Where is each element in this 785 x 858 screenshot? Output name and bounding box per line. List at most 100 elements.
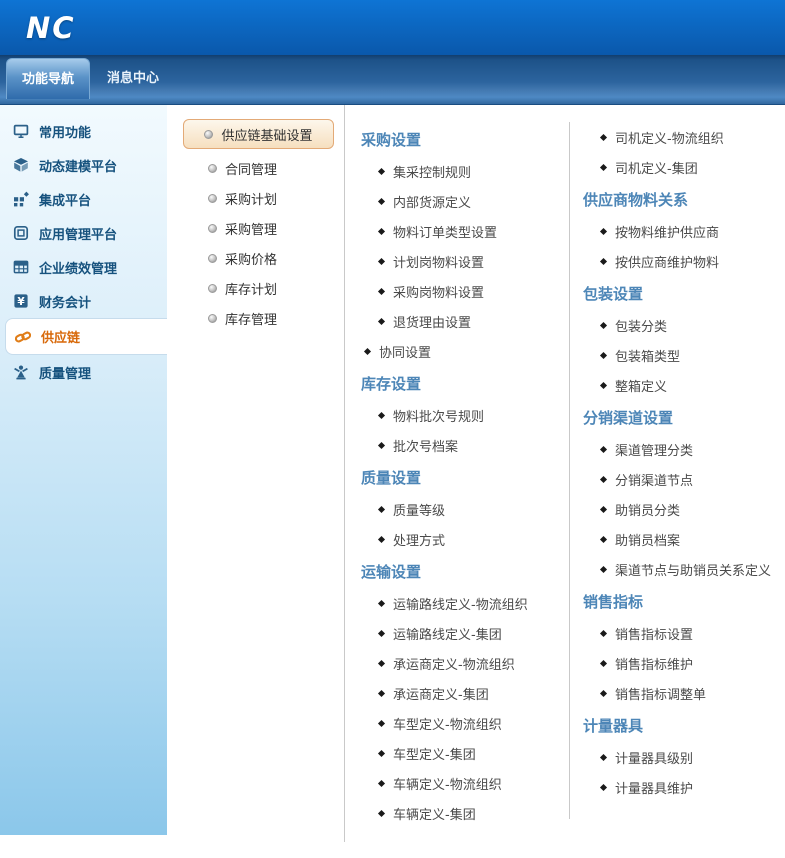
function-link[interactable]: 包装箱类型 (583, 340, 785, 370)
function-link-label: 整箱定义 (615, 379, 668, 395)
function-link[interactable]: 计量器具级别 (583, 742, 785, 772)
function-link[interactable]: 物料批次号规则 (361, 400, 569, 430)
tab-function-navigation[interactable]: 功能导航 (6, 58, 90, 99)
bullet-diamond-icon (599, 351, 608, 359)
function-link[interactable]: 计量器具维护 (583, 772, 785, 802)
group-heading: 运输设置 (361, 563, 422, 581)
function-link[interactable]: 司机定义-集团 (583, 152, 785, 182)
sidebar-item-common-functions[interactable]: 常用功能 (0, 114, 167, 148)
function-link[interactable]: 车辆定义-集团 (361, 798, 569, 828)
function-link[interactable]: 分销渠道节点 (583, 464, 785, 494)
function-link[interactable]: 按供应商维护物料 (583, 246, 785, 276)
function-link[interactable]: 运输路线定义-物流组织 (361, 588, 569, 618)
sidebar-item-integration-platform[interactable]: 集成平台 (0, 182, 167, 216)
sidebar-item-label: 应用管理平台 (39, 227, 118, 243)
function-link[interactable]: 处理方式 (361, 524, 569, 554)
function-link-label: 销售指标维护 (615, 657, 694, 673)
function-link[interactable]: 协同设置 (361, 336, 569, 366)
function-link[interactable]: 计划岗物料设置 (361, 246, 569, 276)
function-link[interactable]: 运输路线定义-集团 (361, 618, 569, 648)
bullet-diamond-icon (599, 163, 608, 171)
bullet-diamond-icon (377, 227, 386, 235)
function-link-label: 退货理由设置 (393, 315, 472, 331)
submenu-item-contract-management[interactable]: 合同管理 (167, 153, 344, 183)
sidebar-item-enterprise-performance-management[interactable]: 企业绩效管理 (0, 250, 167, 284)
function-link[interactable]: 司机定义-物流组织 (583, 122, 785, 152)
function-link[interactable]: 承运商定义-集团 (361, 678, 569, 708)
sidebar-item-quality-management[interactable]: 质量管理 (0, 355, 167, 389)
function-link[interactable]: 退货理由设置 (361, 306, 569, 336)
content-column-2: 司机定义-物流组织 司机定义-集团 供应商物料关系 按物料维护供应商 按供应商维护物料包… (570, 122, 785, 858)
bullet-diamond-icon (377, 505, 386, 513)
function-link[interactable]: 物料订单类型设置 (361, 216, 569, 246)
module-sidebar-column: 常用功能 动态建模平台 集成平台应用管理平台企业绩效管理 ¥ 财务会计 供应链质量管理 (0, 105, 167, 858)
submenu-item-label: 供应链基础设置 (221, 128, 313, 144)
bullet-sphere-icon (208, 253, 217, 263)
monitor-icon (13, 123, 31, 139)
bullet-diamond-icon (377, 689, 386, 697)
function-link[interactable]: 车型定义-物流组织 (361, 708, 569, 738)
sidebar-item-label: 质量管理 (39, 366, 92, 382)
submenu-item-purchase-plan[interactable]: 采购计划 (167, 183, 344, 213)
group-heading: 计量器具 (583, 717, 644, 735)
submenu-item-inventory-plan[interactable]: 库存计划 (167, 273, 344, 303)
tab-message-center[interactable]: 消息中心 (98, 58, 168, 99)
function-link[interactable]: 渠道节点与助销员关系定义 (583, 554, 785, 584)
bullet-diamond-icon (599, 535, 608, 543)
submenu-item-purchase-price[interactable]: 采购价格 (167, 243, 344, 273)
function-link[interactable]: 销售指标设置 (583, 618, 785, 648)
function-link[interactable]: 车型定义-集团 (361, 738, 569, 768)
bullet-diamond-icon (377, 441, 386, 449)
function-link-label: 司机定义-集团 (615, 161, 698, 177)
group-heading: 销售指标 (583, 593, 644, 611)
sidebar-item-application-management-platform[interactable]: 应用管理平台 (0, 216, 167, 250)
function-link[interactable]: 内部货源定义 (361, 186, 569, 216)
sidebar-item-dynamic-modeling-platform[interactable]: 动态建模平台 (0, 148, 167, 182)
submenu-item-inventory-management[interactable]: 库存管理 (167, 303, 344, 333)
bullet-sphere-icon (204, 129, 214, 139)
sidebar-item-financial-accounting[interactable]: ¥ 财务会计 (0, 284, 167, 318)
function-link-label: 物料订单类型设置 (393, 225, 498, 241)
function-link[interactable]: 车辆定义-物流组织 (361, 768, 569, 798)
function-link-label: 销售指标调整单 (615, 687, 707, 703)
submenu-item-supply-chain-basic-settings[interactable]: 供应链基础设置 (183, 119, 334, 149)
grid-dots-icon (13, 191, 31, 207)
bullet-diamond-icon (599, 133, 608, 141)
function-link[interactable]: 销售指标维护 (583, 648, 785, 678)
yuan-icon: ¥ (13, 293, 31, 309)
group-heading: 质量设置 (361, 469, 422, 487)
sidebar-item-supply-chain[interactable]: 供应链 (5, 318, 167, 355)
group-heading: 采购设置 (361, 131, 422, 149)
function-link[interactable]: 包装分类 (583, 310, 785, 340)
function-link[interactable]: 按物料维护供应商 (583, 216, 785, 246)
svg-text:¥: ¥ (17, 296, 25, 308)
function-link[interactable]: 助销员分类 (583, 494, 785, 524)
function-link[interactable]: 批次号档案 (361, 430, 569, 460)
group-heading: 库存设置 (361, 375, 422, 393)
function-link[interactable]: 销售指标调整单 (583, 678, 785, 708)
function-link-label: 承运商定义-集团 (393, 687, 489, 703)
submenu-item-label: 采购管理 (225, 222, 278, 238)
bullet-diamond-icon (377, 167, 386, 175)
function-link[interactable]: 集采控制规则 (361, 156, 569, 186)
function-link-label: 质量等级 (393, 503, 446, 519)
function-link-label: 集采控制规则 (393, 165, 472, 181)
bullet-sphere-icon (208, 313, 217, 323)
function-link-label: 协同设置 (379, 345, 432, 361)
bullet-diamond-icon (599, 381, 608, 389)
function-link[interactable]: 渠道管理分类 (583, 434, 785, 464)
submenu-item-purchase-management[interactable]: 采购管理 (167, 213, 344, 243)
bullet-diamond-icon (599, 475, 608, 483)
function-link-label: 计量器具级别 (615, 751, 694, 767)
function-link[interactable]: 采购岗物料设置 (361, 276, 569, 306)
function-link-label: 助销员分类 (615, 503, 681, 519)
bullet-diamond-icon (599, 505, 608, 513)
function-link[interactable]: 整箱定义 (583, 370, 785, 400)
submenu-panel: 供应链基础设置合同管理 采购计划采购管理采购价格 库存计划 库存管理 (167, 105, 345, 842)
function-link[interactable]: 助销员档案 (583, 524, 785, 554)
bullet-diamond-icon (599, 227, 608, 235)
function-link[interactable]: 质量等级 (361, 494, 569, 524)
bullet-diamond-icon (377, 411, 386, 419)
cube-icon (13, 157, 31, 173)
function-link[interactable]: 承运商定义-物流组织 (361, 648, 569, 678)
